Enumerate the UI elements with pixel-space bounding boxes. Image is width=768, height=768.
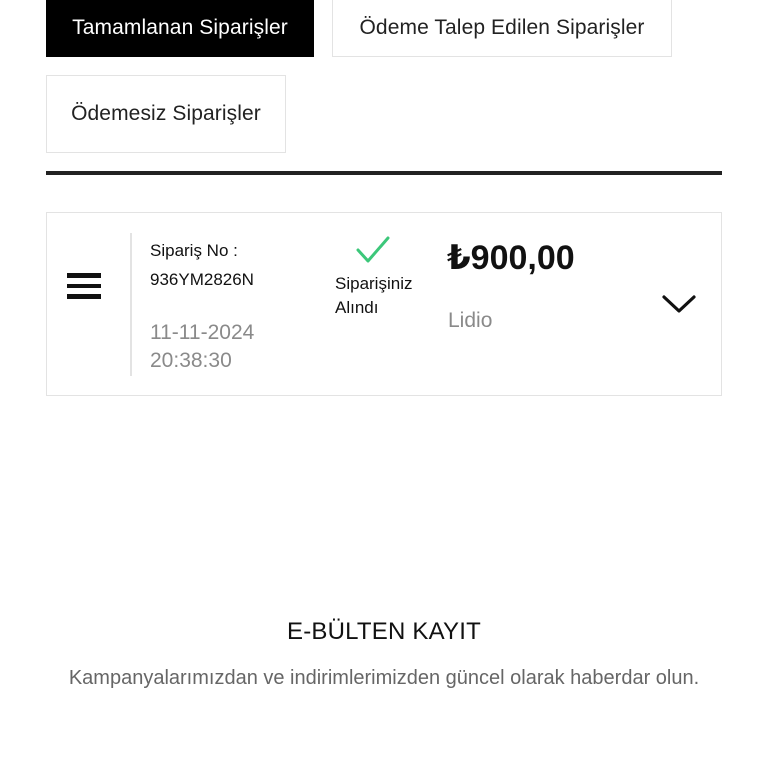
tabs-divider — [46, 171, 722, 175]
card-separator — [130, 233, 132, 376]
order-status: Siparişiniz Alındı — [335, 274, 413, 317]
order-number-label: Sipariş No : — [150, 241, 238, 260]
tab-unpaid-orders[interactable]: Ödemesiz Siparişler — [46, 75, 286, 153]
order-amount: ₺900,00 — [447, 239, 575, 277]
check-icon — [356, 236, 390, 263]
payment-provider: Lidio — [448, 309, 493, 332]
tab-completed-orders[interactable]: Tamamlanan Siparişler — [46, 0, 314, 57]
tab-payment-requested-label: Ödeme Talep Edilen Siparişler — [359, 15, 645, 39]
tab-completed-label: Tamamlanan Siparişler — [72, 15, 288, 39]
newsletter-title: E-BÜLTEN KAYIT — [287, 618, 481, 645]
order-date: 11-11-2024 — [150, 321, 255, 344]
order-time: 20:38:30 — [150, 349, 232, 372]
newsletter-description: Kampanyalarımızdan ve indirimlerimizden … — [68, 667, 700, 689]
order-card[interactable]: Sipariş No : 936YM2826N 11-11-2024 20:38… — [46, 212, 722, 396]
hamburger-menu-icon[interactable] — [67, 271, 101, 301]
tab-unpaid-label: Ödemesiz Siparişler — [71, 102, 261, 125]
orders-page: Tamamlanan Siparişler Ödeme Talep Edilen… — [0, 0, 768, 768]
order-number: 936YM2826N — [150, 270, 254, 289]
tab-payment-requested-orders[interactable]: Ödeme Talep Edilen Siparişler — [332, 0, 672, 57]
chevron-down-icon[interactable] — [661, 293, 697, 315]
